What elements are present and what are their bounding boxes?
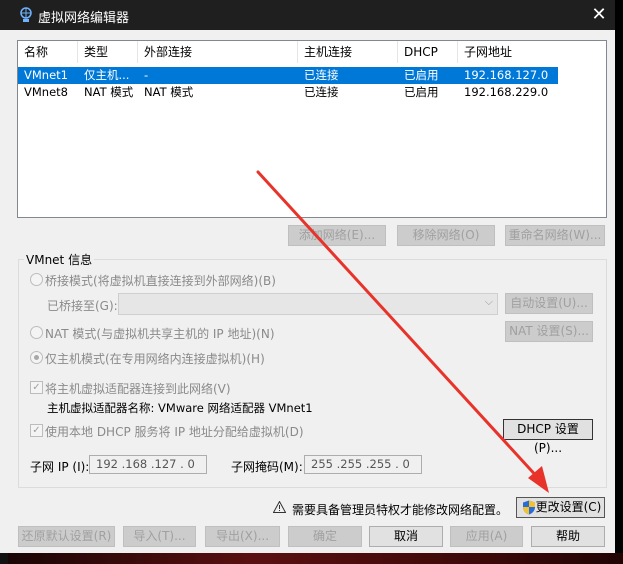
red-arrow-annotation: [256, 170, 549, 493]
